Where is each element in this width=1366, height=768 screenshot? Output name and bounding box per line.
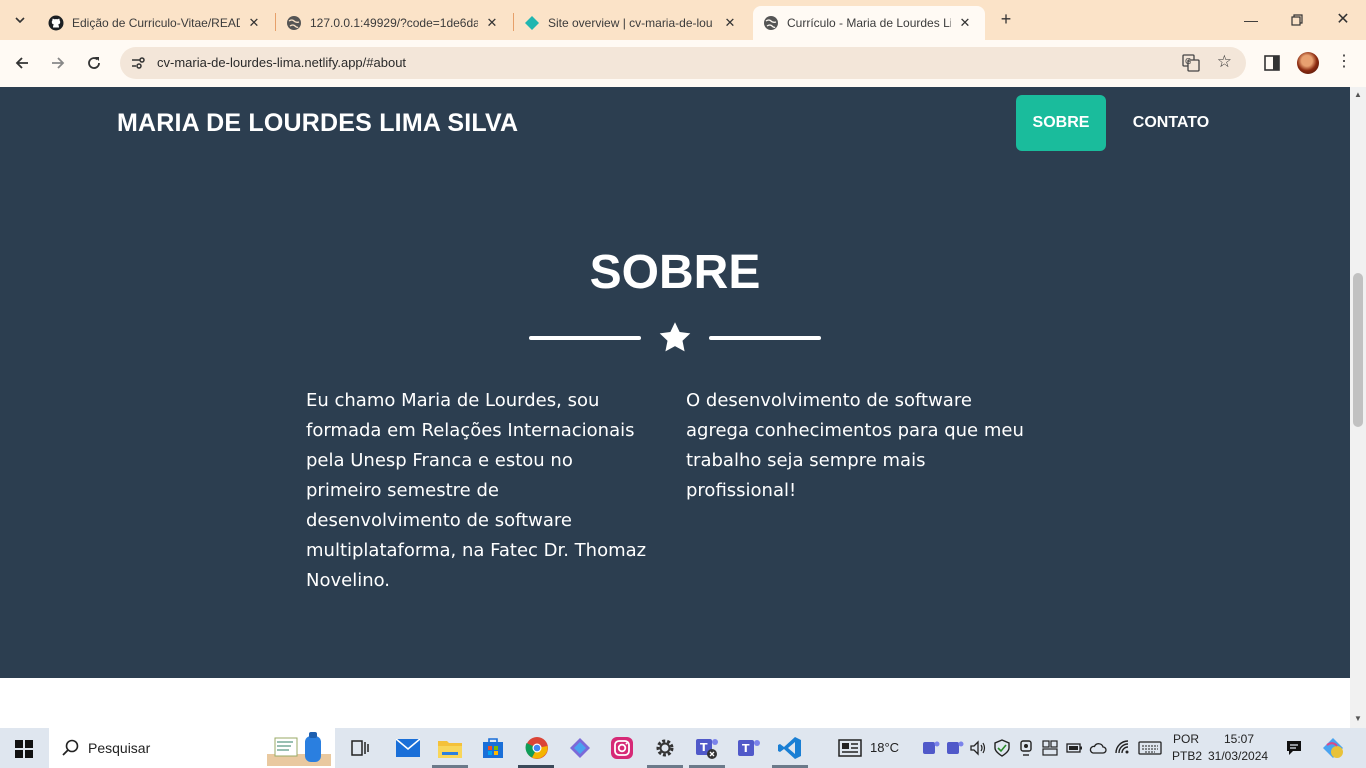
microsoft-store-icon[interactable]: [479, 734, 507, 762]
profile-avatar[interactable]: [1297, 52, 1319, 74]
search-placeholder: Pesquisar: [88, 740, 151, 756]
windows-start-icon[interactable]: [15, 740, 33, 758]
tab-title: Edição de Curriculo-Vitae/READ: [72, 16, 240, 30]
notifications-icon[interactable]: [1285, 739, 1303, 757]
page-scrollbar[interactable]: ▲ ▼: [1350, 87, 1366, 728]
arrow-right-icon: [52, 57, 65, 69]
minimize-button[interactable]: —: [1239, 8, 1263, 32]
svg-text:G: G: [1185, 57, 1191, 66]
side-panel-icon[interactable]: [1262, 53, 1282, 73]
keyboard-layout[interactable]: PTB2: [1172, 749, 1202, 763]
teams-tray-icon[interactable]: [922, 739, 940, 757]
close-window-button[interactable]: ✕: [1331, 8, 1355, 32]
scroll-down-icon[interactable]: ▼: [1354, 714, 1362, 723]
vscode-icon[interactable]: [776, 734, 804, 762]
wifi-icon[interactable]: [1114, 739, 1132, 757]
input-language[interactable]: POR: [1173, 732, 1199, 746]
teams-tray-icon[interactable]: [946, 739, 964, 757]
site-brand[interactable]: MARIA DE LOURDES LIMA SILVA: [117, 109, 518, 138]
tab-title: 127.0.0.1:49929/?code=1de6da: [310, 16, 478, 30]
clock-date[interactable]: 31/03/2024: [1208, 749, 1268, 763]
weather-temp[interactable]: 18°C: [870, 740, 899, 755]
star-icon: [659, 322, 691, 352]
taskbar-search[interactable]: Pesquisar: [49, 728, 335, 768]
file-explorer-icon[interactable]: [436, 734, 464, 762]
netlify-icon: [524, 15, 540, 31]
web-page: MARIA DE LOURDES LIMA SILVA SOBRE CONTAT…: [0, 87, 1350, 728]
speaker-icon[interactable]: [969, 739, 987, 757]
restore-icon: [1291, 14, 1303, 26]
security-shield-icon[interactable]: [993, 739, 1011, 757]
address-bar[interactable]: cv-maria-de-lourdes-lima.netlify.app/#ab…: [120, 47, 1246, 79]
tab-title: Currículo - Maria de Lourdes Lin: [787, 16, 951, 30]
instagram-icon[interactable]: [608, 734, 636, 762]
teams-icon[interactable]: T: [735, 734, 763, 762]
back-button[interactable]: [10, 51, 34, 75]
about-text-right: O desenvolvimento de software agrega con…: [686, 390, 1024, 501]
section-title: SOBRE: [589, 246, 761, 299]
clock-time[interactable]: 15:07: [1224, 732, 1254, 746]
close-tab-icon[interactable]: ✕: [484, 15, 500, 31]
onedrive-cloud-icon[interactable]: [1089, 739, 1107, 757]
divider-line-right: [709, 336, 821, 340]
news-widget-icon[interactable]: [838, 739, 862, 757]
tab-github[interactable]: Edição de Curriculo-Vitae/READ ✕: [38, 6, 272, 40]
github-icon: [48, 15, 64, 31]
translate-icon[interactable]: G: [1182, 54, 1200, 72]
browser-menu-icon[interactable]: ⋮: [1336, 51, 1352, 71]
new-tab-button[interactable]: +: [996, 9, 1016, 29]
site-settings-icon[interactable]: [130, 55, 146, 71]
arrow-left-icon: [15, 57, 28, 69]
search-icon: [62, 739, 79, 756]
close-tab-icon[interactable]: ✕: [246, 15, 262, 31]
bookmark-star-icon[interactable]: ☆: [1217, 52, 1232, 72]
globe-icon: [286, 15, 302, 31]
reload-button[interactable]: [82, 51, 106, 75]
forward-button[interactable]: [46, 51, 70, 75]
svg-text:T: T: [700, 741, 708, 754]
nav-link-contato[interactable]: CONTATO: [1116, 95, 1226, 151]
reload-icon: [88, 57, 100, 69]
browser-tabstrip: Edição de Curriculo-Vitae/READ ✕ 127.0.0…: [0, 0, 1366, 40]
next-section: [0, 678, 1350, 728]
task-view-icon[interactable]: [346, 734, 374, 762]
globe-icon: [763, 15, 779, 31]
chrome-icon[interactable]: [523, 734, 551, 762]
tab-netlify[interactable]: Site overview | cv-maria-de-lou ✕: [514, 6, 748, 40]
webcam-icon[interactable]: [1017, 739, 1035, 757]
about-text-left: Eu chamo Maria de Lourdes, sou formada e…: [306, 390, 647, 591]
keyboard-icon[interactable]: [1138, 739, 1162, 757]
windows-taskbar: Pesquisar T T 18°C POR PTB2 15:07 31/03/…: [0, 728, 1366, 768]
device-tray-icon[interactable]: [1041, 739, 1059, 757]
battery-icon[interactable]: [1065, 739, 1083, 757]
restore-button[interactable]: [1285, 8, 1309, 32]
close-tab-icon[interactable]: ✕: [722, 15, 738, 31]
nav-link-sobre[interactable]: SOBRE: [1016, 95, 1106, 151]
url-text[interactable]: cv-maria-de-lourdes-lima.netlify.app/#ab…: [157, 55, 406, 70]
search-highlight-illustration: [267, 732, 331, 766]
copilot-icon[interactable]: [566, 734, 594, 762]
teams-work-icon[interactable]: T: [693, 734, 721, 762]
scrollbar-thumb[interactable]: [1353, 273, 1363, 427]
browser-toolbar: cv-maria-de-lourdes-lima.netlify.app/#ab…: [0, 40, 1366, 87]
close-tab-icon[interactable]: ✕: [957, 15, 973, 31]
chevron-down-icon: [15, 17, 25, 23]
mail-icon[interactable]: [394, 734, 422, 762]
scroll-up-icon[interactable]: ▲: [1354, 90, 1362, 99]
tab-title: Site overview | cv-maria-de-lou: [548, 16, 713, 30]
divider-line-left: [529, 336, 641, 340]
copilot-tray-icon[interactable]: [1322, 737, 1344, 759]
settings-gear-icon[interactable]: [651, 734, 679, 762]
tab-curriculo[interactable]: Currículo - Maria de Lourdes Lin ✕: [753, 6, 985, 40]
svg-text:T: T: [742, 742, 750, 755]
tab-localhost[interactable]: 127.0.0.1:49929/?code=1de6da ✕: [276, 6, 510, 40]
tab-search-button[interactable]: [8, 8, 32, 32]
